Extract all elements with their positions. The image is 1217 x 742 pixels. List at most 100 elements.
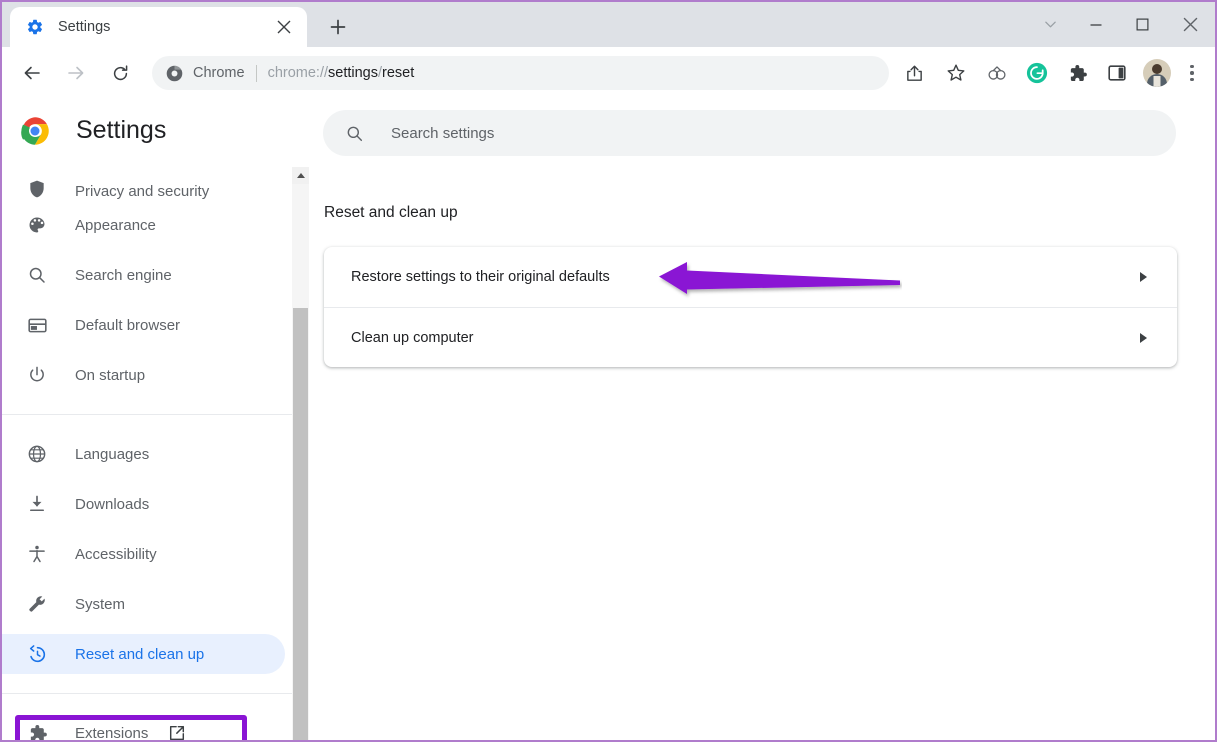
sidebar-nav: Privacy and security Appearance Search e… (2, 162, 309, 740)
external-link-icon[interactable] (168, 724, 186, 740)
maximize-button[interactable] (1119, 2, 1165, 47)
row-label: Restore settings to their original defau… (351, 269, 610, 285)
chevron-triangle (1139, 332, 1147, 343)
close-window-button[interactable] (1165, 2, 1215, 47)
browser-window-icon (26, 314, 48, 336)
share-icon[interactable] (897, 56, 931, 90)
reset-options-card: Restore settings to their original defau… (324, 247, 1177, 367)
search-settings-input[interactable]: Search settings (323, 110, 1176, 156)
search-placeholder: Search settings (391, 124, 495, 142)
scroll-up-arrow[interactable] (292, 167, 309, 184)
settings-page: Settings Privacy and security Appearance… (2, 99, 1215, 740)
sidebar-item-default-browser[interactable]: Default browser (2, 300, 309, 350)
sidebar-item-search-engine[interactable]: Search engine (2, 250, 309, 300)
forward-button[interactable] (58, 55, 94, 91)
menu-dot (1190, 77, 1194, 82)
row-restore-settings[interactable]: Restore settings to their original defau… (324, 247, 1177, 307)
sidebar-item-accessibility[interactable]: Accessibility (2, 529, 309, 579)
sidebar-group-1: Privacy and security Appearance Search e… (2, 162, 309, 400)
sidebar-group-3: Extensions (2, 708, 309, 740)
chevron-triangle (1139, 272, 1147, 282)
tab-strip: Settings (2, 2, 1215, 47)
address-bar[interactable]: Chrome chrome://settings/reset (152, 56, 889, 90)
magnifier-icon (26, 264, 48, 286)
sidebar-item-label: Downloads (75, 495, 150, 513)
search-icon (345, 124, 364, 143)
shield-icon (26, 178, 48, 200)
omnibox-chip-label: Chrome (193, 65, 245, 81)
page-title: Settings (76, 116, 167, 144)
sidebar-item-label: Reset and clean up (75, 645, 205, 663)
sidebar-item-label: On startup (75, 366, 146, 384)
avatar-head (1152, 64, 1162, 74)
power-icon (26, 364, 48, 386)
menu-dot (1190, 64, 1194, 69)
link-chain-icon[interactable] (980, 56, 1014, 90)
history-restore-icon (26, 643, 48, 665)
sidebar-item-label: Privacy and security (75, 183, 210, 200)
gear-icon (26, 18, 44, 36)
settings-content: Search settings Reset and clean up Resto… (310, 99, 1215, 740)
row-label: Clean up computer (351, 329, 474, 346)
download-icon (26, 493, 48, 515)
chrome-logo-icon (20, 116, 50, 146)
sidebar-item-label: Appearance (75, 216, 156, 234)
menu-dot (1190, 71, 1194, 75)
bookmark-star-icon[interactable] (939, 56, 973, 90)
sidebar-item-label: Default browser (75, 316, 181, 334)
tab-search-button[interactable] (1027, 2, 1073, 47)
avatar[interactable] (1143, 59, 1171, 87)
reload-button[interactable] (102, 55, 138, 91)
minimize-button[interactable] (1073, 2, 1119, 47)
sidebar-item-extensions[interactable]: Extensions (2, 708, 309, 740)
tab-title: Settings (58, 19, 111, 35)
back-button[interactable] (14, 55, 50, 91)
tab-settings[interactable]: Settings (10, 7, 307, 47)
settings-sidebar: Settings Privacy and security Appearance… (2, 99, 310, 740)
omnibox-separator (255, 64, 257, 82)
sidebar-divider (2, 414, 309, 415)
sidebar-divider (2, 693, 309, 694)
accessibility-icon (26, 543, 48, 565)
sidebar-item-privacy-and-security[interactable]: Privacy and security (2, 162, 309, 200)
settings-brand: Settings (2, 99, 309, 162)
new-tab-button[interactable] (321, 10, 355, 44)
section-title: Reset and clean up (324, 204, 458, 221)
browser-window: Settings Chrome chrome://settings/reset … (0, 0, 1217, 742)
sidebar-item-label: Accessibility (75, 545, 157, 563)
puzzle-icon (26, 722, 48, 740)
sidebar-item-label: Search engine (75, 266, 172, 284)
sidebar-item-label: Languages (75, 445, 150, 463)
extensions-puzzle-icon[interactable] (1060, 56, 1094, 90)
scroll-up-triangle (296, 173, 305, 178)
sidebar-group-2: Languages Downloads Accessibility System… (2, 429, 309, 679)
window-controls (1027, 2, 1215, 47)
omnibox-actions (893, 56, 977, 90)
chevron-right-icon (1135, 330, 1151, 346)
close-icon[interactable] (271, 14, 297, 40)
side-panel-icon[interactable] (1100, 56, 1134, 90)
avatar-shirt (1153, 76, 1161, 87)
sidebar-scrollbar[interactable] (292, 167, 309, 740)
row-clean-up-computer[interactable]: Clean up computer (324, 307, 1177, 367)
sidebar-item-on-startup[interactable]: On startup (2, 350, 309, 400)
chrome-icon (166, 65, 183, 82)
sidebar-item-reset-and-clean-up[interactable]: Reset and clean up (2, 629, 309, 679)
omnibox-url: chrome://settings/reset (267, 65, 415, 81)
palette-icon (26, 214, 48, 236)
chrome-menu-button[interactable] (1177, 56, 1207, 90)
scrollbar-track[interactable] (292, 184, 309, 740)
sidebar-item-downloads[interactable]: Downloads (2, 479, 309, 529)
wrench-icon (26, 593, 48, 615)
sidebar-item-system[interactable]: System (2, 579, 309, 629)
browser-toolbar: Chrome chrome://settings/reset (2, 47, 1215, 99)
chevron-right-icon (1135, 269, 1151, 285)
scrollbar-thumb[interactable] (293, 308, 308, 740)
grammarly-icon[interactable] (1020, 56, 1054, 90)
sidebar-item-appearance[interactable]: Appearance (2, 200, 309, 250)
globe-icon (26, 443, 48, 465)
sidebar-item-label: System (75, 595, 126, 613)
sidebar-item-languages[interactable]: Languages (2, 429, 309, 479)
sidebar-item-label: Extensions (75, 724, 149, 741)
toolbar-extension-icons (977, 56, 1207, 90)
